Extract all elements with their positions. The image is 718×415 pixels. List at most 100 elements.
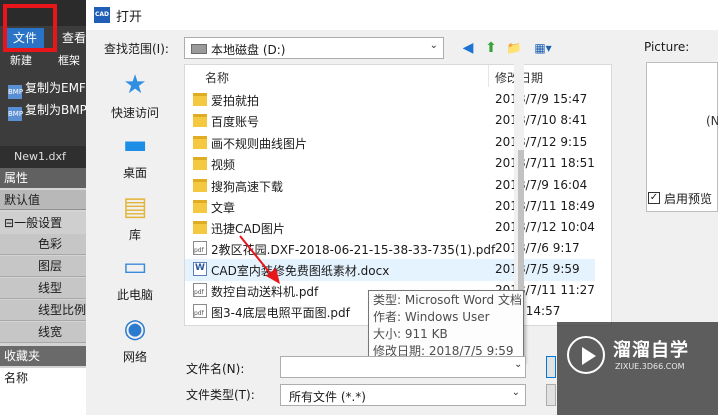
- watermark: 溜溜自学 ZIXUE.3D66.COM: [557, 322, 718, 415]
- file-date: 2018/7/6 9:17: [495, 241, 580, 255]
- desktop-icon: ▬: [122, 130, 148, 160]
- chevron-down-icon: ⌄: [429, 40, 438, 51]
- cancel-button[interactable]: [546, 384, 556, 406]
- document-tab[interactable]: New1.dxf: [0, 146, 86, 168]
- file-date: 2018/7/12 9:15: [495, 135, 588, 149]
- list-item[interactable]: 爱拍就拍 2018/7/9 15:47: [185, 89, 595, 111]
- ribbon-frame[interactable]: 框架: [58, 52, 80, 68]
- general-section[interactable]: ⊟一般设置: [0, 212, 86, 234]
- folder-icon: [193, 200, 207, 213]
- star-icon: ★: [123, 70, 147, 100]
- file-date: 2018/7/11 18:49: [495, 199, 595, 213]
- property-layer[interactable]: 图层: [0, 256, 86, 277]
- computer-icon: ▭: [122, 252, 148, 282]
- enable-preview-checkbox[interactable]: ✓: [648, 192, 660, 204]
- bmp-icon: BMP: [8, 85, 23, 99]
- property-color[interactable]: 色彩: [0, 234, 86, 255]
- place-label: 快速访问: [110, 106, 159, 120]
- chevron-down-icon[interactable]: ⌄: [514, 359, 522, 370]
- property-lineweight[interactable]: 线宽: [0, 322, 86, 343]
- view-menu-icon[interactable]: ▦▾: [530, 38, 556, 58]
- look-in-label: 查找范围(I):: [104, 42, 169, 56]
- places-bar: ★ 快速访问 ▬ 桌面 ▤ 库 ▭ 此电脑 ◉ 网络: [102, 66, 168, 364]
- look-in-value: 本地磁盘 (D:): [211, 43, 286, 57]
- folder-icon: [193, 157, 207, 170]
- watermark-url: ZIXUE.3D66.COM: [615, 362, 685, 371]
- tooltip-size: 大小: 911 KB: [373, 327, 448, 341]
- pdf-file-icon: [193, 304, 207, 318]
- file-name: 图3-4底层电照平面图.pdf: [211, 306, 350, 320]
- column-divider[interactable]: [488, 65, 489, 87]
- file-name-input[interactable]: [280, 356, 526, 378]
- back-icon[interactable]: ◀: [458, 38, 478, 58]
- list-item[interactable]: 搜狗高速下载 2018/7/9 16:04: [185, 175, 595, 197]
- watermark-text: 溜溜自学: [613, 340, 689, 361]
- column-header-name[interactable]: 名称: [205, 69, 229, 86]
- open-button[interactable]: [546, 356, 556, 378]
- up-folder-icon[interactable]: ⬆: [481, 38, 501, 58]
- general-section-label: 一般设置: [14, 216, 63, 230]
- file-name-label: 文件名(N):: [186, 362, 245, 376]
- folder-icon: [193, 221, 207, 234]
- list-item[interactable]: 百度账号 2018/7/10 8:41: [185, 110, 595, 132]
- file-info-tooltip: 类型: Microsoft Word 文档 作者: Windows User 大…: [368, 290, 524, 362]
- collapse-icon[interactable]: ⊟: [4, 216, 14, 230]
- dialog-title: 打开: [116, 10, 143, 25]
- play-icon: [582, 347, 596, 365]
- copy-bmp-button[interactable]: BMP 复制为BMP: [8, 100, 86, 121]
- pdf-file-icon: [193, 241, 207, 255]
- list-item[interactable]: 视频 2018/7/11 18:51: [185, 153, 595, 175]
- list-item[interactable]: 文章 2018/7/11 18:49: [185, 196, 595, 218]
- file-name: 百度账号: [211, 115, 260, 129]
- drive-icon: [191, 44, 207, 54]
- folder-icon: [193, 136, 207, 149]
- default-value-select[interactable]: 默认值: [0, 190, 86, 210]
- folder-icon: [193, 93, 207, 106]
- favorites-header: 收藏夹: [0, 346, 86, 366]
- dialog-titlebar: CAD 打开: [86, 0, 718, 30]
- library-icon: ▤: [122, 192, 148, 222]
- network-icon: ◉: [123, 314, 147, 344]
- new-folder-icon[interactable]: 📁: [504, 38, 524, 58]
- tooltip-author: 作者: Windows User: [373, 310, 490, 324]
- file-type-dropdown[interactable]: 所有文件 (*.*) ⌄: [280, 384, 526, 406]
- file-name: 画不规则曲线图片: [211, 137, 308, 151]
- place-libraries[interactable]: ▤ 库: [102, 192, 168, 243]
- property-linetype[interactable]: 线型: [0, 278, 86, 299]
- sort-ascending-icon: ⌃: [335, 64, 344, 72]
- place-this-pc[interactable]: ▭ 此电脑: [102, 252, 168, 303]
- place-network[interactable]: ◉ 网络: [102, 314, 168, 365]
- copy-emf-button[interactable]: BMP 复制为EMF: [8, 78, 86, 99]
- folder-icon: [193, 179, 207, 192]
- pdf-file-icon: [193, 283, 207, 297]
- property-linetype-scale[interactable]: 线型比例: [0, 300, 86, 321]
- play-logo-icon: [567, 336, 605, 374]
- preview-placeholder-text: (N: [706, 114, 718, 128]
- bmp-icon: BMP: [8, 107, 23, 121]
- file-list[interactable]: ⌃ 名称 修改日期 爱拍就拍2018/7/9 15:47 百度账号2018/7/…: [184, 64, 612, 326]
- file-date: 2018/7/9 16:04: [495, 178, 588, 192]
- place-label: 库: [128, 228, 141, 242]
- file-name: 搜狗高速下载: [211, 180, 284, 194]
- file-name: 视频: [211, 158, 236, 172]
- preview-label: Picture:: [644, 40, 690, 54]
- copy-emf-label: 复制为EMF: [25, 81, 86, 95]
- look-in-dropdown[interactable]: 本地磁盘 (D:) ⌄: [184, 37, 444, 59]
- file-name: 文章: [211, 201, 236, 215]
- copy-bmp-label: 复制为BMP: [25, 103, 86, 117]
- file-date: 2018/7/11 18:51: [495, 156, 595, 170]
- file-type-label: 文件类型(T):: [186, 388, 255, 402]
- cad-application: 文件 查看 新建 框架 BMP 复制为EMF BMP 复制为BMP New1.dxf…: [0, 0, 86, 415]
- place-label: 网络: [122, 350, 147, 364]
- place-quick-access[interactable]: ★ 快速访问: [102, 70, 168, 121]
- file-date: 2018/7/9 15:47: [495, 92, 588, 106]
- highlight-box: [3, 4, 57, 52]
- favorites-name-column: 名称: [0, 368, 86, 415]
- tooltip-type: 类型: Microsoft Word 文档: [373, 293, 522, 307]
- file-date: 2018/7/10 8:41: [495, 113, 588, 127]
- place-desktop[interactable]: ▬ 桌面: [102, 130, 168, 181]
- ribbon-new[interactable]: 新建: [10, 52, 32, 68]
- word-file-icon: [193, 262, 207, 276]
- list-item[interactable]: 画不规则曲线图片 2018/7/12 9:15: [185, 132, 595, 154]
- menu-view[interactable]: 查看: [62, 28, 86, 48]
